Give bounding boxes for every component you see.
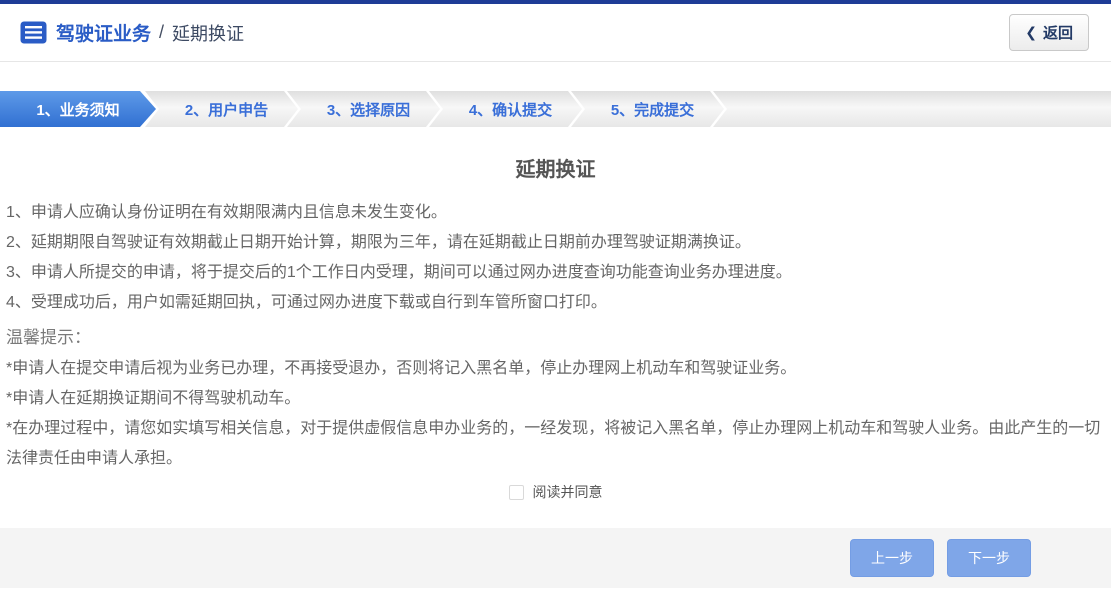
step-bar-tail — [713, 91, 1111, 127]
step-progress-bar: 1、业务须知 2、用户申告 3、选择原因 4、确认提交 5、完成提交 — [0, 91, 1111, 127]
tip-item: *申请人在延期换证期间不得驾驶机动车。 — [6, 384, 1105, 414]
previous-step-button[interactable]: 上一步 — [850, 539, 934, 577]
step-label: 3、选择原因 — [327, 99, 410, 120]
breadcrumb-current: 延期换证 — [172, 20, 244, 46]
notice-item: 2、延期期限自驾驶证有效期截止日期开始计算，期限为三年，请在延期截止日期前办理驾… — [6, 228, 1105, 258]
agreement-row: 阅读并同意 — [0, 482, 1111, 502]
back-button[interactable]: ❮ 返回 — [1009, 14, 1089, 51]
breadcrumb: 驾驶证业务 — [20, 19, 151, 46]
tips-list: *申请人在提交申请后视为业务已办理，不再接受退办，否则将记入黑名单，停止办理网上… — [6, 354, 1105, 474]
chevron-left-icon: ❮ — [1025, 24, 1037, 41]
next-step-button[interactable]: 下一步 — [947, 539, 1031, 577]
agree-checkbox[interactable] — [509, 485, 524, 500]
tips-heading: 温馨提示： — [6, 322, 1105, 354]
back-button-label: 返回 — [1043, 22, 1073, 43]
agree-label[interactable]: 阅读并同意 — [533, 482, 603, 502]
breadcrumb-section: 驾驶证业务 — [56, 19, 151, 46]
tip-item: *申请人在提交申请后视为业务已办理，不再接受退办，否则将记入黑名单，停止办理网上… — [6, 354, 1105, 384]
tip-item: *在办理过程中，请您如实填写相关信息，对于提供虚假信息申办业务的，一经发现，将被… — [6, 414, 1105, 474]
step-label: 5、完成提交 — [611, 99, 694, 120]
footer-action-bar: 上一步 下一步 — [0, 528, 1111, 588]
list-icon — [20, 21, 47, 44]
step-label: 4、确认提交 — [469, 99, 552, 120]
breadcrumb-separator: / — [159, 22, 164, 43]
notice-item: 3、申请人所提交的申请，将于提交后的1个工作日内受理，期间可以通过网办进度查询功… — [6, 258, 1105, 288]
header: 驾驶证业务 / 延期换证 ❮ 返回 — [0, 4, 1111, 62]
notice-item: 4、受理成功后，用户如需延期回执，可通过网办进度下载或自行到车管所窗口打印。 — [6, 288, 1105, 318]
notice-list: 1、申请人应确认身份证明在有效期限满内且信息未发生变化。 2、延期期限自驾驶证有… — [6, 198, 1105, 318]
step-1-business-notice: 1、业务须知 — [0, 91, 156, 127]
step-5-complete-submit: 5、完成提交 — [571, 91, 724, 127]
step-2-user-declaration: 2、用户申告 — [145, 91, 298, 127]
notice-item: 1、申请人应确认身份证明在有效期限满内且信息未发生变化。 — [6, 198, 1105, 228]
page-title: 延期换证 — [0, 153, 1111, 182]
step-label: 1、业务须知 — [36, 99, 119, 120]
step-label: 2、用户申告 — [185, 99, 268, 120]
main-content: 1、申请人应确认身份证明在有效期限满内且信息未发生变化。 2、延期期限自驾驶证有… — [0, 198, 1111, 474]
step-3-select-reason: 3、选择原因 — [287, 91, 440, 127]
step-4-confirm-submit: 4、确认提交 — [429, 91, 582, 127]
